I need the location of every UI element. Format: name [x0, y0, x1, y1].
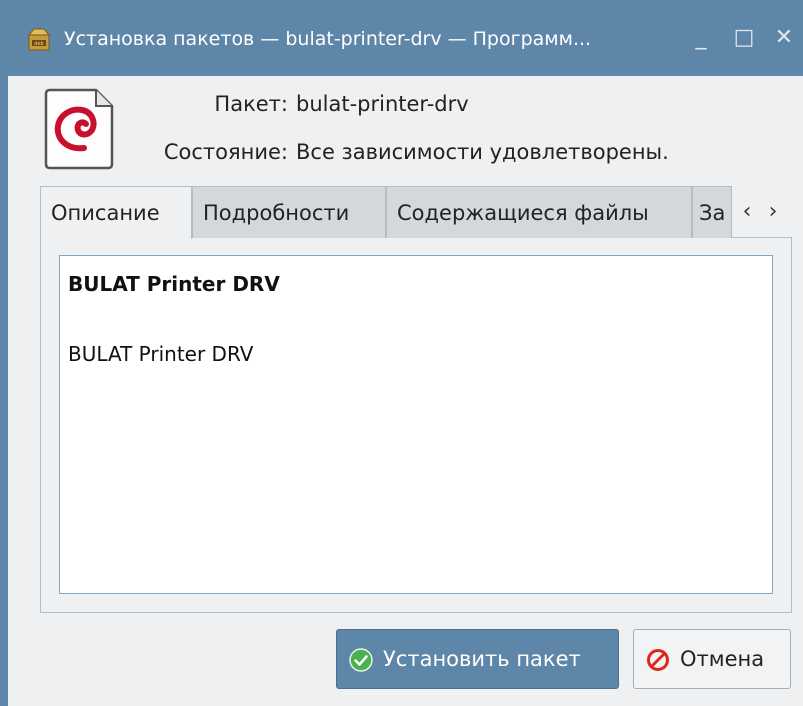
package-label: Пакет: [214, 92, 288, 116]
cancel-button[interactable]: Отмена [633, 629, 791, 689]
debian-swirl-icon [44, 88, 114, 170]
window-title: Установка пакетов — bulat-printer-drv — … [64, 28, 592, 50]
tab-description[interactable]: Описание [40, 186, 192, 239]
deb-package-icon: deb [27, 28, 51, 51]
tab-scroll-left-icon[interactable]: ‹ [736, 198, 758, 226]
state-label: Состояние: [163, 140, 288, 164]
prohibited-icon [647, 649, 669, 671]
tab-dependencies[interactable]: За [692, 186, 732, 238]
tab-included-files[interactable]: Содержащиеся файлы [386, 186, 692, 238]
cancel-button-label: Отмена [680, 647, 765, 671]
window-left-border [0, 76, 8, 706]
maximize-button[interactable]: □ [730, 24, 758, 52]
svg-text:deb: deb [34, 41, 43, 47]
install-button-label: Установить пакет [383, 647, 581, 671]
checkmark-circle-icon [349, 648, 373, 672]
package-installer-window: deb Установка пакетов — bulat-printer-dr… [0, 0, 803, 706]
description-text-area[interactable]: BULAT Printer DRV BULAT Printer DRV [59, 255, 773, 594]
close-button[interactable]: ✕ [770, 24, 798, 52]
description-body: BULAT Printer DRV [68, 342, 254, 366]
package-name: bulat-printer-drv [296, 92, 469, 116]
tab-bar: Описание Подробности Содержащиеся файлы … [40, 186, 790, 239]
description-title: BULAT Printer DRV [68, 272, 280, 296]
tab-scroll-right-icon[interactable]: › [762, 198, 784, 226]
tab-details[interactable]: Подробности [192, 186, 386, 238]
minimize-button[interactable]: _ [687, 24, 715, 52]
title-bar[interactable]: deb Установка пакетов — bulat-printer-dr… [0, 0, 803, 76]
install-package-button[interactable]: Установить пакет [336, 629, 619, 689]
state-value: Все зависимости удовлетворены. [296, 140, 669, 164]
